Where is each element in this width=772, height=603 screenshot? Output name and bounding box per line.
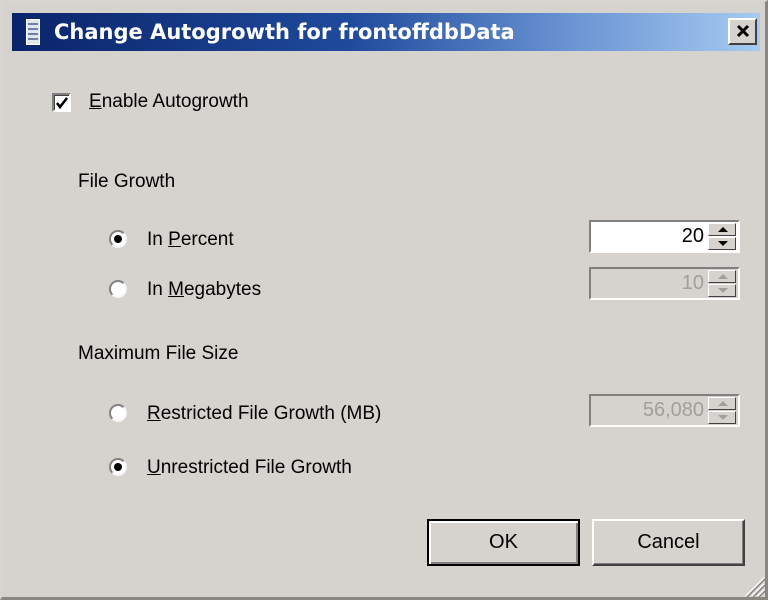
resize-grip-icon[interactable] xyxy=(742,574,766,598)
restricted-growth-radio[interactable] xyxy=(109,404,127,422)
megabytes-up-button xyxy=(708,270,736,283)
restricted-growth-label[interactable]: Restricted File Growth (MB) xyxy=(147,403,381,425)
down-arrow-icon xyxy=(718,415,728,420)
in-percent-radio[interactable] xyxy=(109,230,127,248)
down-arrow-icon xyxy=(718,241,728,246)
up-arrow-icon xyxy=(718,401,728,406)
maximum-file-size-heading: Maximum File Size xyxy=(78,343,239,364)
file-growth-heading: File Growth xyxy=(78,171,176,192)
up-arrow-icon xyxy=(718,274,728,279)
megabytes-value: 10 xyxy=(681,272,704,294)
title-bar[interactable]: Change Autogrowth for frontoffdbData xyxy=(12,13,760,51)
close-icon xyxy=(736,21,750,43)
in-megabytes-label[interactable]: In Megabytes xyxy=(147,279,261,301)
percent-up-button[interactable] xyxy=(708,223,736,236)
megabytes-spinbox: 10 xyxy=(589,267,740,300)
restricted-down-button xyxy=(708,411,736,424)
percent-down-button[interactable] xyxy=(708,237,736,250)
restricted-up-button xyxy=(708,397,736,410)
down-arrow-icon xyxy=(718,288,728,293)
unrestricted-growth-radio[interactable] xyxy=(109,458,127,476)
restricted-size-value: 56,080 xyxy=(642,399,704,421)
enable-autogrowth-label[interactable]: Enable Autogrowth xyxy=(89,91,249,113)
autogrowth-dialog: Change Autogrowth for frontoffdbData Ena… xyxy=(0,0,768,600)
restricted-spinner-arrows xyxy=(708,397,736,424)
megabytes-down-button xyxy=(708,284,736,297)
radio-selected-dot xyxy=(114,463,122,471)
enable-autogrowth-checkbox[interactable] xyxy=(52,93,71,112)
percent-spinner-arrows xyxy=(708,223,736,250)
in-megabytes-radio[interactable] xyxy=(109,280,127,298)
radio-selected-dot xyxy=(114,235,122,243)
up-arrow-icon xyxy=(718,227,728,232)
ok-button[interactable]: OK xyxy=(427,519,580,566)
dialog-title: Change Autogrowth for frontoffdbData xyxy=(54,20,515,44)
percent-spinbox[interactable]: 20 xyxy=(589,220,740,253)
document-icon xyxy=(26,19,40,45)
megabytes-spinner-arrows xyxy=(708,270,736,297)
in-percent-label[interactable]: In Percent xyxy=(147,229,234,251)
checkmark-icon xyxy=(55,97,69,110)
percent-value[interactable]: 20 xyxy=(682,225,704,248)
cancel-button[interactable]: Cancel xyxy=(592,519,745,566)
close-button[interactable] xyxy=(728,18,757,45)
restricted-size-spinbox: 56,080 xyxy=(589,394,740,427)
unrestricted-growth-label[interactable]: Unrestricted File Growth xyxy=(147,457,352,479)
